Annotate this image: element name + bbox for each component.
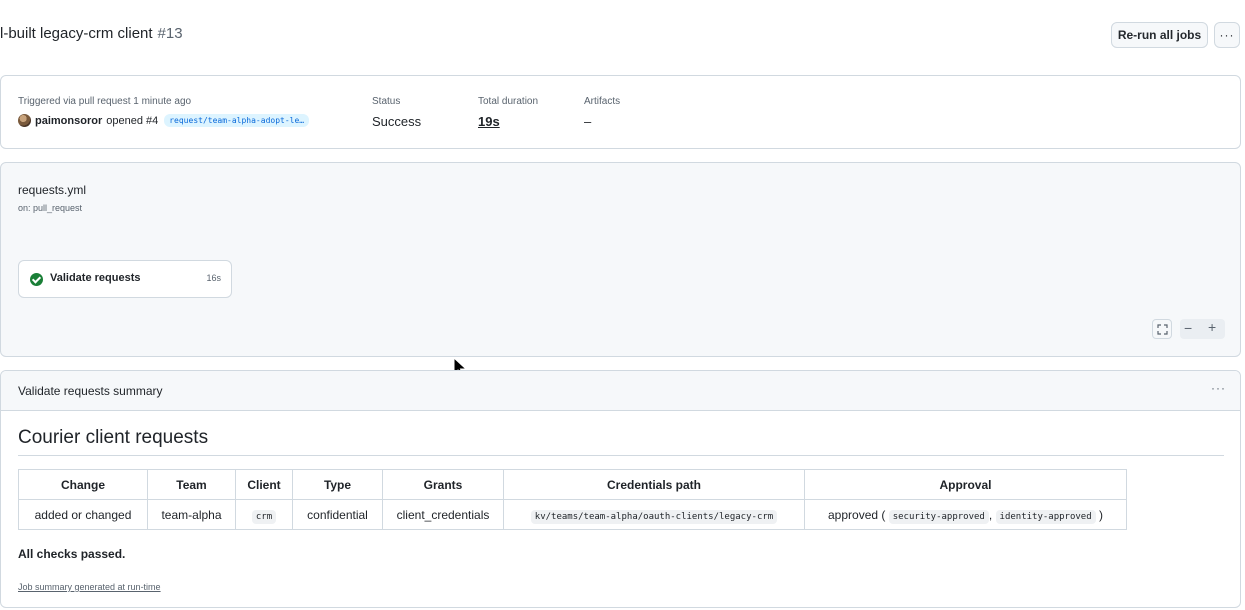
approval-tag-security: security-approved: [888, 509, 989, 524]
status-label: Status: [372, 96, 401, 107]
cell-grants: client_credentials: [382, 499, 504, 530]
more-options-button[interactable]: ···: [1214, 22, 1240, 48]
opened-pr-link[interactable]: opened #4: [106, 115, 158, 127]
table-row: added or changed team-alpha crm confiden…: [18, 499, 1127, 530]
workflow-graph: requests.yml on: pull_request Validate r…: [0, 162, 1241, 357]
fullscreen-icon: [1156, 323, 1168, 335]
page-header: l-built legacy-crm client #13 Re-run all …: [0, 0, 1245, 72]
duration-link[interactable]: 19s: [478, 114, 500, 129]
run-number: #13: [157, 25, 183, 42]
heading-divider: [18, 455, 1224, 456]
check-circle-icon: [30, 273, 43, 286]
col-header-credentials-path: Credentials path: [503, 469, 805, 500]
page-title: l-built legacy-crm client #13: [0, 25, 183, 42]
run-summary-card: Triggered via pull request 1 minute ago …: [0, 75, 1241, 149]
branch-badge[interactable]: request/team-alpha-adopt-le…: [164, 114, 310, 127]
workflow-trigger: on: pull_request: [18, 203, 83, 213]
cell-approval: approved ( security-approved, identity-a…: [804, 499, 1127, 530]
job-summary-footer-link[interactable]: Job summary generated at run-time: [18, 582, 161, 592]
approval-separator: ,: [988, 507, 993, 522]
cell-credentials-path: kv/teams/team-alpha/oauth-clients/legacy…: [503, 499, 805, 530]
table-header-row: Change Team Client Type Grants Credentia…: [18, 469, 1127, 500]
job-summary-card: Validate requests summary ··· Courier cl…: [0, 370, 1241, 608]
workflow-file-name: requests.yml: [18, 183, 87, 197]
credentials-path-code: kv/teams/team-alpha/oauth-clients/legacy…: [530, 509, 778, 524]
duration-label: Total duration: [478, 96, 539, 107]
job-summary-more-button[interactable]: ···: [1211, 381, 1226, 395]
approval-suffix: ): [1099, 507, 1103, 522]
trigger-details: paimonsoror opened #4 request/team-alpha…: [18, 114, 310, 127]
artifacts-label: Artifacts: [584, 96, 621, 107]
rerun-all-jobs-button[interactable]: Re-run all jobs: [1111, 22, 1208, 48]
zoom-controls: − +: [1180, 319, 1225, 339]
user-link[interactable]: paimonsoror: [35, 115, 102, 127]
zoom-out-button[interactable]: −: [1184, 320, 1192, 336]
col-header-grants: Grants: [382, 469, 504, 500]
col-header-team: Team: [147, 469, 236, 500]
job-summary-title: Validate requests summary: [18, 384, 163, 398]
fullscreen-button[interactable]: [1152, 319, 1172, 339]
job-name: Validate requests: [50, 272, 141, 284]
artifacts-value: –: [584, 114, 592, 129]
col-header-client: Client: [235, 469, 293, 500]
approval-tag-identity: identity-approved: [995, 509, 1096, 524]
cell-client: crm: [235, 499, 293, 530]
col-header-type: Type: [292, 469, 383, 500]
status-value: Success: [372, 114, 422, 129]
approval-prefix: approved (: [828, 507, 886, 522]
client-code: crm: [251, 509, 277, 524]
requests-table: Change Team Client Type Grants Credentia…: [18, 469, 1127, 530]
trigger-label: Triggered via pull request 1 minute ago: [18, 96, 192, 107]
avatar[interactable]: [18, 114, 31, 127]
cell-team: team-alpha: [147, 499, 236, 530]
job-validate-requests[interactable]: Validate requests 16s: [18, 260, 232, 298]
col-header-approval: Approval: [804, 469, 1127, 500]
col-header-change: Change: [18, 469, 148, 500]
run-title: l-built legacy-crm client: [0, 25, 153, 42]
summary-heading: Courier client requests: [18, 427, 209, 448]
cell-change: added or changed: [18, 499, 148, 530]
checks-result: All checks passed.: [18, 547, 126, 561]
job-duration: 16s: [206, 273, 221, 283]
zoom-in-button[interactable]: +: [1208, 319, 1216, 335]
cell-type: confidential: [292, 499, 383, 530]
job-summary-header: Validate requests summary ···: [1, 371, 1240, 411]
